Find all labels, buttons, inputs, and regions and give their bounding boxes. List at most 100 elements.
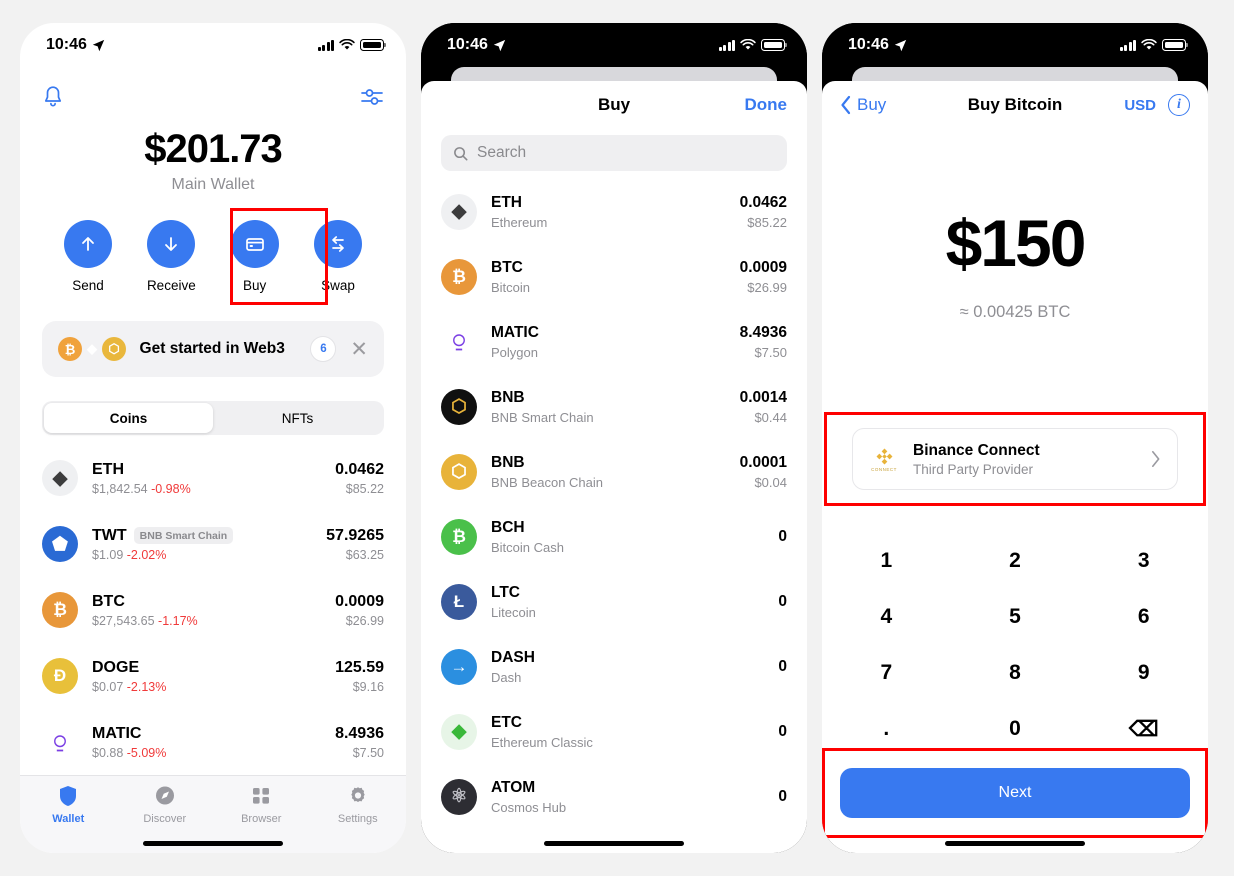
numeric-keypad: 1 2 3 4 5 6 7 8 9 . 0 ⌫ xyxy=(822,533,1208,757)
chevron-left-icon xyxy=(841,95,851,115)
coin-amount: 125.59 xyxy=(335,658,384,676)
sidebar-item-wallet[interactable]: Wallet xyxy=(20,784,117,825)
coin-symbol: ETC xyxy=(491,713,522,731)
status-time: 10:46 xyxy=(447,36,488,53)
search-input[interactable]: Search xyxy=(441,135,787,171)
coin-amount: 0.0014 xyxy=(739,388,787,406)
action-send[interactable]: Send xyxy=(48,220,128,293)
list-item[interactable]: ⬡ BNB BNB Smart Chain 0.0014 $0.44 xyxy=(421,374,807,439)
back-button[interactable]: Buy xyxy=(840,95,886,115)
search-icon xyxy=(454,146,468,160)
table-row[interactable]: ⬟ TWT BNB Smart Chain $1.09 -2.02% 57.92… xyxy=(42,511,384,577)
amount-display: $150 xyxy=(945,206,1087,280)
close-icon[interactable]: ✕ xyxy=(350,339,368,360)
key-6[interactable]: 6 xyxy=(1079,589,1208,645)
info-icon[interactable]: i xyxy=(1168,94,1190,116)
currency-selector[interactable]: USD xyxy=(1124,97,1156,114)
table-row[interactable]: ⍜ MATIC $0.88 -5.09% 8.4936 $7.50 xyxy=(42,709,384,775)
coin-info: TWT BNB Smart Chain $1.09 -2.02% xyxy=(92,527,326,562)
search-placeholder: Search xyxy=(477,144,527,161)
coin-name: BNB Beacon Chain xyxy=(491,474,604,490)
key-7[interactable]: 7 xyxy=(822,645,951,701)
coin-icon: ₿ xyxy=(441,258,477,295)
coin-amounts: 0 xyxy=(778,593,787,611)
coin-amount: 0 xyxy=(778,657,787,675)
arrow-up-icon xyxy=(82,237,94,251)
buy-highlight-annotation xyxy=(230,208,328,305)
web3-banner[interactable]: ₿ ◆ ⬡ Get started in Web3 6 ✕ xyxy=(42,321,384,377)
done-button[interactable]: Done xyxy=(745,95,788,115)
sidebar-item-settings[interactable]: Settings xyxy=(310,784,407,825)
home-indicator xyxy=(544,841,684,846)
coin-amounts: 0.0001 $0.04 xyxy=(740,454,787,490)
shield-icon xyxy=(60,786,77,806)
list-item[interactable]: ⚛ ATOM Cosmos Hub 0 xyxy=(421,764,807,829)
coin-symbol: MATIC xyxy=(491,323,539,341)
tab-nfts[interactable]: NFTs xyxy=(213,403,382,433)
coin-info: MATIC Polygon xyxy=(491,324,740,360)
table-row[interactable]: ◆ ETH $1,842.54 -0.98% 0.0462 $85.22 xyxy=(42,445,384,511)
coin-value: $7.50 xyxy=(754,344,787,360)
key-9[interactable]: 9 xyxy=(1079,645,1208,701)
table-row[interactable]: ₿ BTC $27,543.65 -1.17% 0.0009 $26.99 xyxy=(42,577,384,643)
web3-banner-text: Get started in Web3 xyxy=(139,340,285,357)
coin-amounts: 0.0009 $26.99 xyxy=(335,593,384,628)
web3-count-badge: 6 xyxy=(310,336,337,362)
key-4[interactable]: 4 xyxy=(822,589,951,645)
coin-amounts: 57.9265 $63.25 xyxy=(326,527,384,562)
key-3[interactable]: 3 xyxy=(1079,533,1208,589)
list-item[interactable]: ◆ ETH Ethereum 0.0462 $85.22 xyxy=(421,179,807,244)
coin-amount: 57.9265 xyxy=(326,526,384,544)
list-item[interactable]: ⍜ MATIC Polygon 8.4936 $7.50 xyxy=(421,309,807,374)
sliders-icon[interactable] xyxy=(360,86,384,108)
key-2[interactable]: 2 xyxy=(951,533,1080,589)
ethereum-coin-icon: ◆ xyxy=(87,341,97,356)
buy-coin-list: ◆ ETH Ethereum 0.0462 $85.22 ₿ BTC Bitco… xyxy=(421,179,807,829)
key-8[interactable]: 8 xyxy=(951,645,1080,701)
location-arrow-icon xyxy=(894,39,907,51)
list-item[interactable]: → DASH Dash 0 xyxy=(421,634,807,699)
cellular-signal-icon xyxy=(317,39,334,51)
coin-amounts: 0 xyxy=(778,788,787,806)
coin-price: $27,543.65 xyxy=(92,613,155,628)
coin-info: DOGE $0.07 -2.13% xyxy=(92,659,335,694)
provider-highlight-annotation xyxy=(824,412,1206,506)
coin-amounts: 0.0462 $85.22 xyxy=(740,194,787,230)
list-item[interactable]: ◆ ETC Ethereum Classic 0 xyxy=(421,699,807,764)
sidebar-item-browser[interactable]: Browser xyxy=(213,784,310,825)
list-item[interactable]: ⬡ BNB BNB Beacon Chain 0.0001 $0.04 xyxy=(421,439,807,504)
coin-amounts: 0 xyxy=(778,723,787,741)
key-5[interactable]: 5 xyxy=(951,589,1080,645)
coin-amount: 0 xyxy=(778,592,787,610)
coin-change: -0.98% xyxy=(151,481,191,496)
coin-change: -2.13% xyxy=(126,679,167,694)
coin-name: Bitcoin xyxy=(491,279,531,295)
status-time: 10:46 xyxy=(848,36,889,53)
coin-amounts: 0.0462 $85.22 xyxy=(335,461,384,496)
wifi-icon xyxy=(1141,39,1157,50)
bell-icon[interactable] xyxy=(42,85,64,109)
coin-name: Polygon xyxy=(491,344,538,360)
cellular-signal-icon xyxy=(718,39,735,51)
coin-amounts: 8.4936 $7.50 xyxy=(740,324,787,360)
coin-symbol: DASH xyxy=(491,648,535,666)
sidebar-item-discover[interactable]: Discover xyxy=(117,784,214,825)
coin-amounts: 0.0014 $0.44 xyxy=(740,389,787,425)
cellular-signal-icon xyxy=(1119,39,1136,51)
coin-symbol: ETH xyxy=(92,460,124,478)
list-item[interactable]: ₿ BTC Bitcoin 0.0009 $26.99 xyxy=(421,244,807,309)
status-bar: 10:46 xyxy=(822,23,1208,67)
tab-coins[interactable]: Coins xyxy=(44,403,213,433)
coin-symbol: DOGE xyxy=(92,658,140,676)
action-receive[interactable]: Receive xyxy=(131,220,211,293)
list-item[interactable]: ₿ BCH Bitcoin Cash 0 xyxy=(421,504,807,569)
wifi-icon xyxy=(339,39,355,50)
gear-icon xyxy=(351,787,365,802)
coin-change: -5.09% xyxy=(126,745,167,760)
buy-bitcoin-sheet: Buy Buy Bitcoin USD i $150 ≈ 0.00425 BTC xyxy=(822,81,1208,853)
table-row[interactable]: Đ DOGE $0.07 -2.13% 125.59 $9.16 xyxy=(42,643,384,709)
list-item[interactable]: Ł LTC Litecoin 0 xyxy=(421,569,807,634)
home-indicator xyxy=(143,841,283,846)
key-1[interactable]: 1 xyxy=(822,533,951,589)
coin-name: Bitcoin Cash xyxy=(491,539,564,555)
